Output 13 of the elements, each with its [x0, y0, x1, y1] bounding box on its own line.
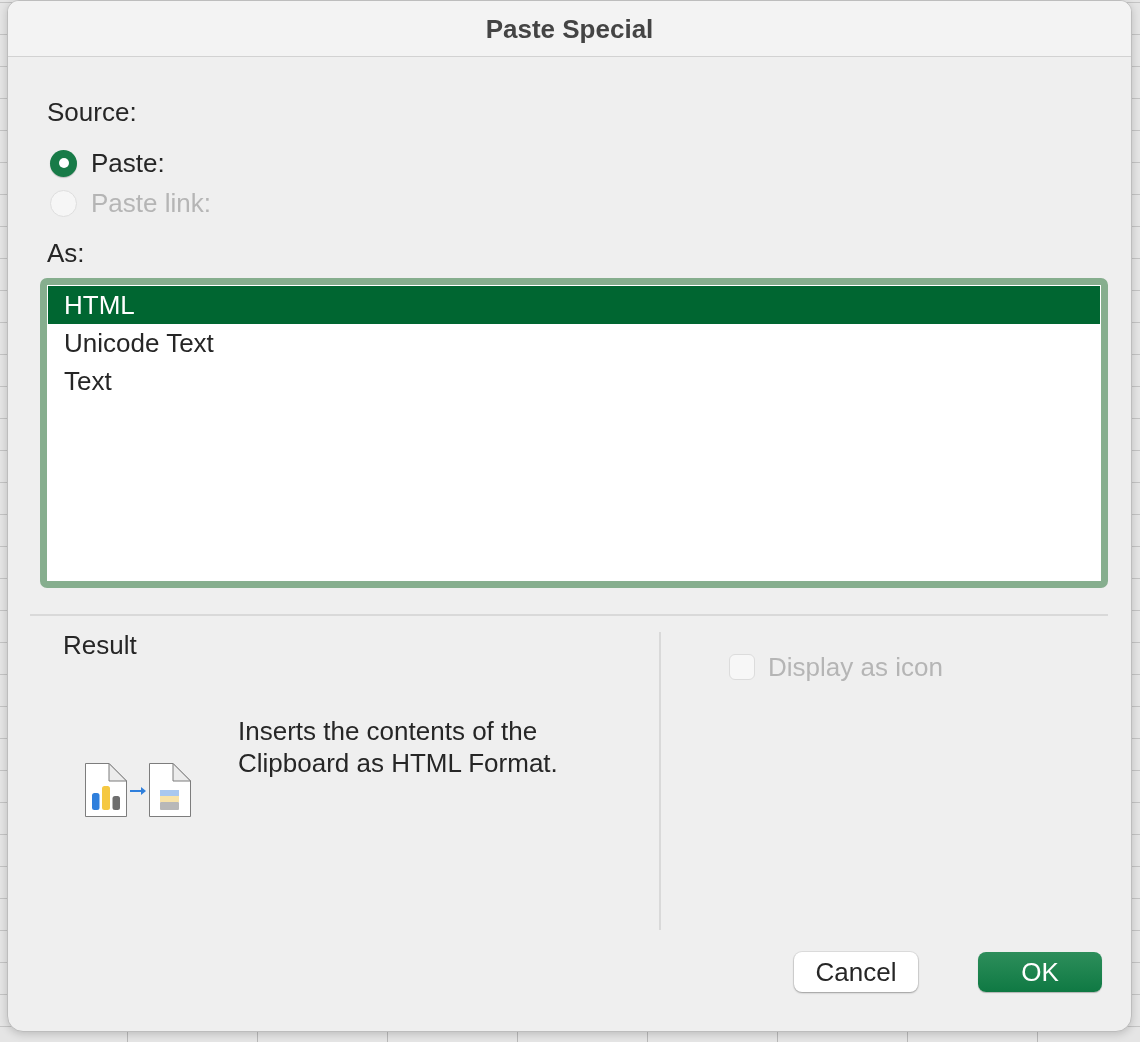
as-label: As:: [47, 238, 85, 268]
ok-button[interactable]: OK: [978, 952, 1102, 992]
result-label: Result: [63, 630, 137, 660]
list-item[interactable]: Text: [48, 362, 1100, 400]
cancel-button[interactable]: Cancel: [794, 952, 918, 992]
list-item[interactable]: Unicode Text: [48, 324, 1100, 362]
window-title: Paste Special: [485, 13, 654, 44]
radio-label[interactable]: Paste:: [91, 148, 165, 178]
result-description: Inserts the contents of the Clipboard as HTML Format.: [238, 715, 559, 779]
chart-to-table-icon: [85, 763, 191, 817]
source-label: Source:: [47, 97, 137, 127]
radio-button[interactable]: [50, 149, 77, 177]
list-item[interactable]: HTML: [48, 286, 1100, 324]
